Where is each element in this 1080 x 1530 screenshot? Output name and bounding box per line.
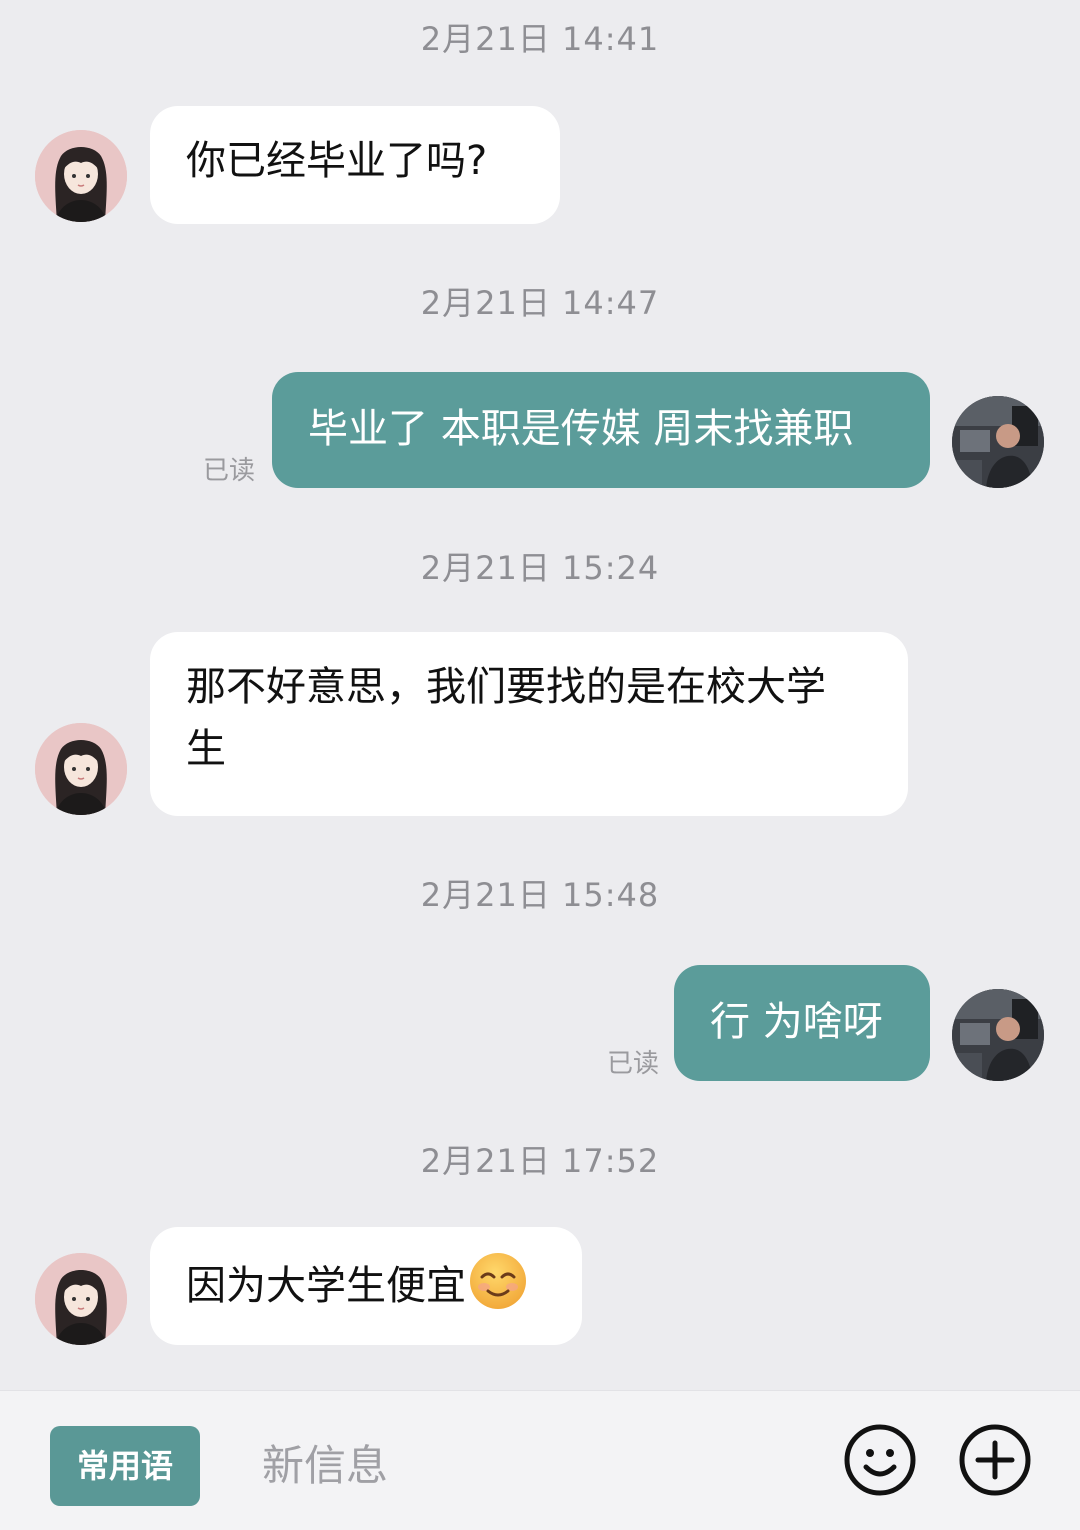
outgoing-message-bubble[interactable]: 毕业了 本职是传媒 周末找兼职 <box>272 372 930 488</box>
user-photo-icon <box>952 396 1044 488</box>
message-text: 行 为啥呀 <box>710 999 883 1045</box>
message-timestamp: 2月21日 15:24 <box>420 549 660 587</box>
chat-area: 2月21日 14:41 你已经毕业了吗? 2月21日 14:47 已读 毕业了 … <box>0 0 1080 1390</box>
smiley-icon <box>844 1424 916 1496</box>
contact-avatar[interactable] <box>35 130 127 222</box>
contact-avatar[interactable] <box>35 1253 127 1345</box>
add-button[interactable] <box>958 1423 1032 1497</box>
girl-avatar-icon <box>35 1253 127 1345</box>
incoming-message-bubble[interactable]: 你已经毕业了吗? <box>150 106 560 224</box>
girl-avatar-icon <box>35 130 127 222</box>
message-text: 因为大学生便宜 <box>186 1263 466 1309</box>
message-text: 毕业了 本职是传媒 周末找兼职 <box>308 406 854 452</box>
message-text-line: 生 <box>186 726 226 772</box>
emoji-button[interactable] <box>843 1423 917 1497</box>
my-avatar[interactable] <box>952 989 1044 1081</box>
outgoing-message-bubble[interactable]: 行 为啥呀 <box>674 965 930 1081</box>
message-text: 你已经毕业了吗? <box>186 138 488 184</box>
message-timestamp: 2月21日 17:52 <box>420 1142 660 1180</box>
incoming-message-bubble[interactable]: 因为大学生便宜 <box>150 1227 582 1345</box>
message-timestamp: 2月21日 14:47 <box>420 284 660 322</box>
plus-circle-icon <box>959 1424 1031 1496</box>
common-phrases-button[interactable]: 常用语 <box>50 1426 200 1506</box>
contact-avatar[interactable] <box>35 723 127 815</box>
my-avatar[interactable] <box>952 396 1044 488</box>
incoming-message-bubble[interactable]: 那不好意思，我们要找的是在校大学 生 <box>150 632 908 816</box>
message-timestamp: 2月21日 14:41 <box>420 20 660 58</box>
read-status: 已读 <box>607 1049 660 1079</box>
user-photo-icon <box>952 989 1044 1081</box>
composer-bar: 常用语 新信息 <box>0 1390 1080 1530</box>
message-input[interactable]: 新信息 <box>262 1431 802 1501</box>
message-text-line: 那不好意思，我们要找的是在校大学 <box>186 664 826 710</box>
smiling-face-emoji-icon <box>470 1253 526 1309</box>
message-timestamp: 2月21日 15:48 <box>420 876 660 914</box>
read-status: 已读 <box>203 456 256 486</box>
girl-avatar-icon <box>35 723 127 815</box>
